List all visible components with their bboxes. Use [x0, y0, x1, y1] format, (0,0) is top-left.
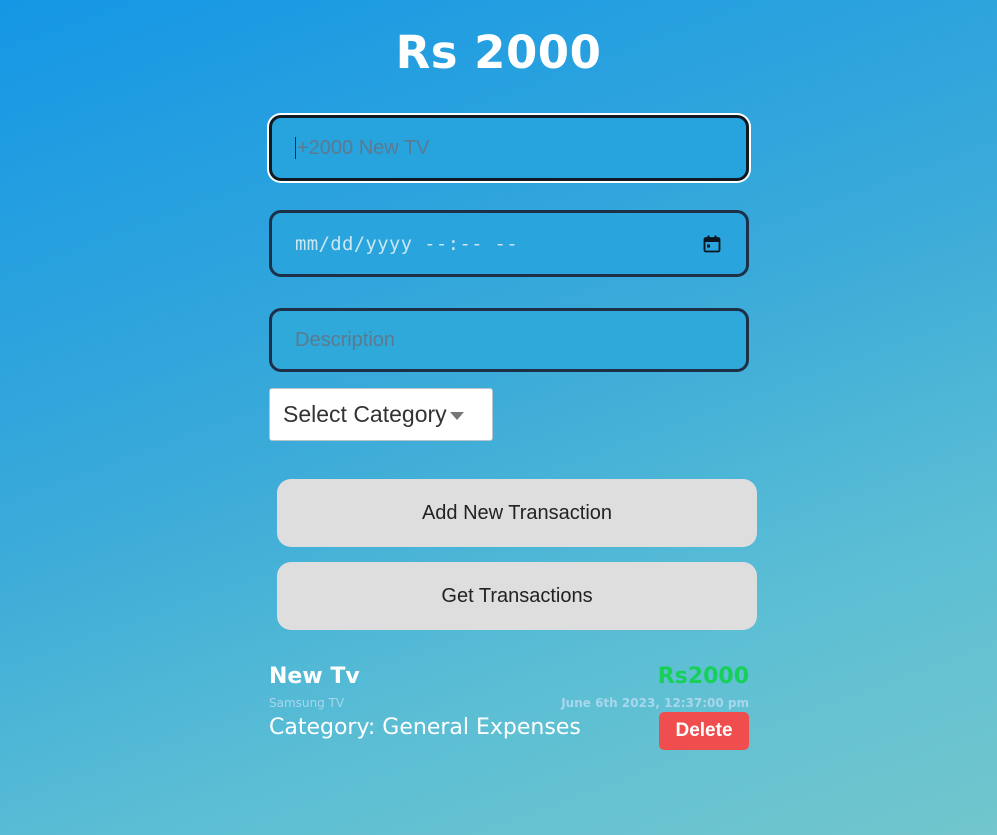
delete-button[interactable]: Delete [659, 712, 749, 750]
caret-down-icon [449, 411, 464, 420]
transaction-description: Samsung TV [269, 696, 345, 710]
category-select[interactable]: Select Category [269, 388, 493, 441]
transaction-category: Category: General Expenses [269, 715, 581, 740]
get-transactions-button[interactable]: Get Transactions [277, 562, 757, 630]
balance-total: Rs 2000 [395, 26, 602, 79]
description-input[interactable]: Description [269, 308, 749, 372]
category-select-value: Select Category [283, 401, 447, 427]
amount-name-input[interactable]: +2000 New TV [269, 115, 749, 181]
amount-name-placeholder: +2000 New TV [297, 136, 430, 159]
datetime-placeholder: mm/dd/yyyy --:-- -- [295, 232, 519, 255]
calendar-icon[interactable] [703, 235, 721, 253]
transaction-item: New Tv Rs2000 Samsung TV June 6th 2023, … [269, 662, 749, 752]
text-cursor [295, 137, 296, 159]
add-transaction-button[interactable]: Add New Transaction [277, 479, 757, 547]
description-placeholder: Description [295, 328, 396, 351]
datetime-input[interactable]: mm/dd/yyyy --:-- -- [269, 210, 749, 277]
transaction-datetime: June 6th 2023, 12:37:00 pm [561, 696, 749, 710]
transaction-amount: Rs2000 [657, 664, 749, 689]
transaction-title: New Tv [269, 664, 360, 689]
